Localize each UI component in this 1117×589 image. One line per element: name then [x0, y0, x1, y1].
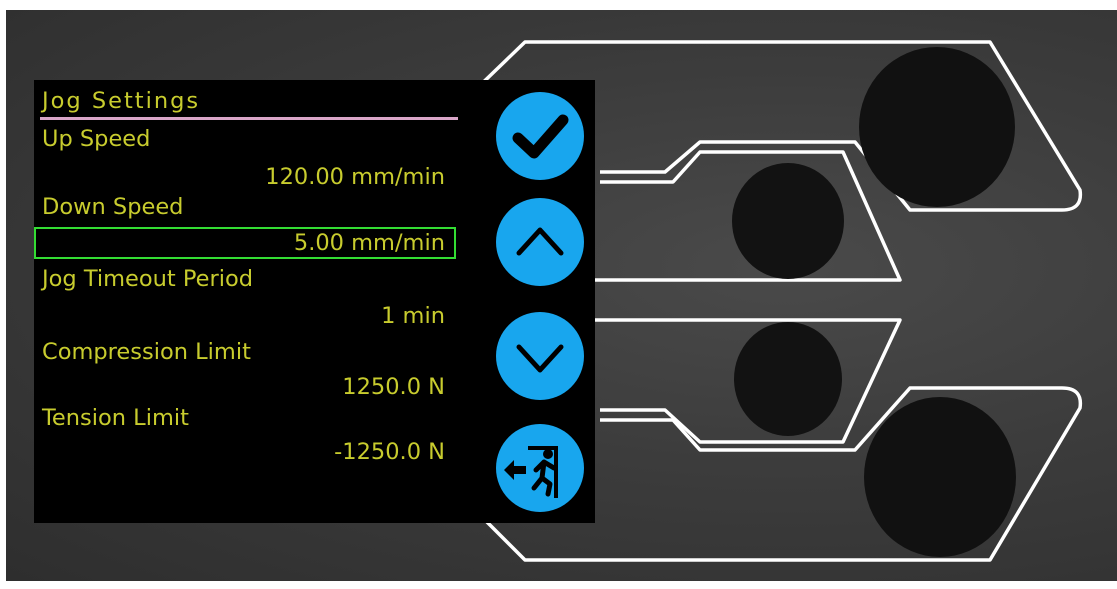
setting-value-compression-limit[interactable]: 1250.0 N: [342, 374, 445, 401]
exit-button[interactable]: [496, 424, 584, 512]
down-button[interactable]: [496, 312, 584, 400]
setting-label-jog-timeout: Jog Timeout Period: [42, 266, 254, 292]
chevron-down-icon: [516, 344, 564, 373]
lcd-screen: Jog Settings Up Speed 120.00 mm/min Down…: [34, 80, 595, 523]
title-divider: [40, 117, 458, 120]
setting-label-up-speed: Up Speed: [42, 126, 151, 152]
keypad-button-upper-small: [732, 163, 844, 279]
confirm-button[interactable]: [496, 92, 584, 180]
setting-label-tension-limit: Tension Limit: [42, 405, 189, 431]
setting-label-down-speed: Down Speed: [42, 194, 184, 220]
page-title: Jog Settings: [42, 88, 201, 114]
setting-value-tension-limit[interactable]: -1250.0 N: [334, 439, 445, 466]
up-button[interactable]: [496, 198, 584, 286]
keypad-button-bottom-big: [864, 397, 1016, 557]
setting-value-down-speed[interactable]: 5.00 mm/min: [294, 230, 445, 257]
chevron-up-icon: [516, 227, 564, 256]
exit-icon: [504, 446, 558, 498]
setting-value-up-speed[interactable]: 120.00 mm/min: [265, 164, 445, 191]
keypad-button-lower-small: [734, 322, 842, 436]
setting-value-jog-timeout[interactable]: 1 min: [381, 303, 445, 330]
checkmark-icon: [512, 114, 569, 159]
keypad-button-top-big: [859, 47, 1015, 207]
setting-label-compression-limit: Compression Limit: [42, 339, 251, 365]
